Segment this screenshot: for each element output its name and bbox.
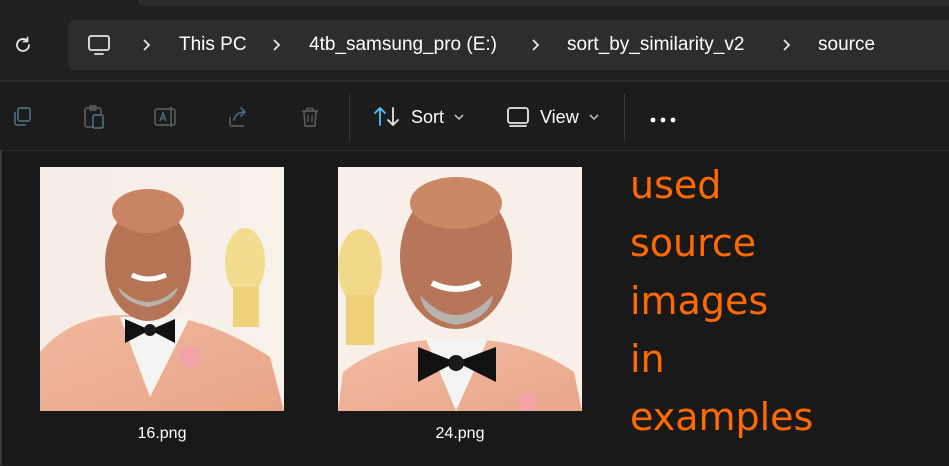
copy-icon[interactable] [9, 104, 35, 130]
sort-label: Sort [411, 106, 445, 127]
chevron-down-icon [454, 114, 464, 120]
address-bar[interactable]: This PC 4tb_samsung_pro (E:) sort_by_sim… [68, 20, 949, 70]
this-pc-icon[interactable] [86, 32, 112, 58]
toolbar-separator [349, 94, 350, 140]
file-thumbnail[interactable] [338, 167, 582, 411]
breadcrumb-folder[interactable]: sort_by_similarity_v2 [567, 20, 744, 70]
view-label: View [540, 106, 579, 127]
command-bar: Sort View [0, 82, 949, 150]
annotation-text: used source images in examples [630, 156, 813, 446]
sort-button[interactable]: Sort [373, 99, 464, 135]
toolbar-separator [624, 94, 625, 140]
tab-edge [138, 0, 949, 6]
navigation-pane-edge [0, 150, 2, 465]
address-row: This PC 4tb_samsung_pro (E:) sort_by_sim… [0, 12, 949, 80]
file-thumbnail[interactable] [40, 167, 284, 411]
file-name[interactable]: 16.png [40, 425, 284, 443]
breadcrumb-this-pc[interactable]: This PC [179, 20, 247, 70]
rename-icon[interactable] [153, 104, 179, 130]
portrait-photo [40, 167, 284, 411]
refresh-icon[interactable] [10, 32, 36, 58]
breadcrumb-current[interactable]: source [818, 20, 875, 70]
annotation-line: examples [630, 395, 814, 439]
annotation-line: source [630, 221, 757, 265]
chevron-down-icon [589, 114, 599, 120]
annotation-line: in [630, 337, 665, 381]
chevron-right-icon[interactable] [270, 20, 284, 70]
share-icon[interactable] [225, 104, 251, 130]
sort-icon [374, 107, 399, 126]
delete-icon[interactable] [297, 104, 323, 130]
chevron-right-icon[interactable] [140, 20, 154, 70]
view-button[interactable]: View [506, 99, 599, 135]
annotation-line: images [630, 279, 769, 323]
chevron-right-icon[interactable] [780, 20, 794, 70]
view-icon [507, 107, 529, 127]
chevron-right-icon[interactable] [529, 20, 543, 70]
more-options-icon[interactable] [648, 112, 678, 123]
paste-icon[interactable] [81, 104, 107, 130]
annotation-line: used [630, 163, 722, 207]
file-name[interactable]: 24.png [338, 425, 582, 443]
portrait-photo [338, 167, 582, 411]
breadcrumb-drive[interactable]: 4tb_samsung_pro (E:) [309, 20, 497, 70]
window-top-strip [0, 0, 949, 12]
